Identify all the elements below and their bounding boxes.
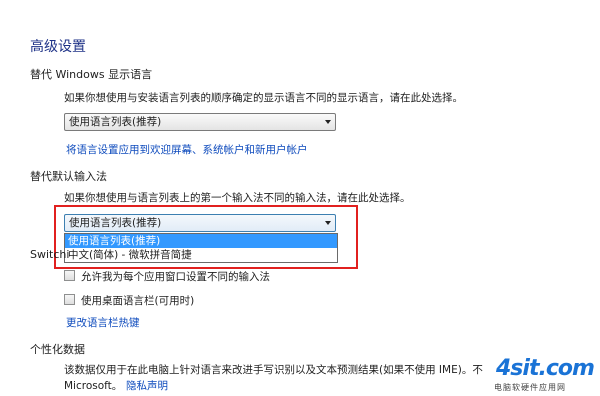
change-hotkeys-link[interactable]: 更改语言栏热键 (66, 315, 140, 330)
display-language-select[interactable]: 使用语言列表(推荐) (64, 113, 336, 131)
page-title: 高级设置 (30, 39, 86, 55)
display-language-heading: 替代 Windows 显示语言 (30, 68, 153, 81)
display-language-select-value: 使用语言列表(推荐) (69, 116, 162, 128)
red-highlight-box (54, 205, 358, 269)
per-app-input-checkbox[interactable] (64, 270, 75, 281)
display-language-description: 如果你想使用与安装语言列表的顺序确定的显示语言不同的显示语言，请在此处选择。 (64, 92, 463, 104)
chevron-down-icon (325, 120, 331, 124)
per-app-input-label[interactable]: 允许我为每个应用窗口设置不同的输入法 (81, 269, 270, 284)
desktop-language-bar-label[interactable]: 使用桌面语言栏(可用时) (81, 293, 194, 308)
personalization-microsoft: Microsoft。 (64, 380, 123, 392)
personalization-description: 该数据仅用于在此电脑上针对语言来改进手写识别以及文本预测结果(如果不使用 IME… (64, 364, 483, 376)
desktop-language-bar-checkbox[interactable] (64, 294, 75, 305)
input-method-heading: 替代默认输入法 (30, 170, 107, 183)
site-watermark-logo: 4sit.com (496, 356, 595, 381)
input-method-description: 如果你想使用与语言列表上的第一个输入法不同的输入法，请在此处选择。 (64, 192, 411, 204)
privacy-statement-link[interactable]: 隐私声明 (126, 378, 168, 393)
site-watermark-caption: 电脑软硬件应用网 (494, 383, 566, 392)
personalization-heading: 个性化数据 (30, 343, 85, 356)
apply-to-welcome-screen-link[interactable]: 将语言设置应用到欢迎屏幕、系统帐户和新用户帐户 (66, 142, 308, 157)
switching-heading: Switchi (30, 248, 70, 261)
